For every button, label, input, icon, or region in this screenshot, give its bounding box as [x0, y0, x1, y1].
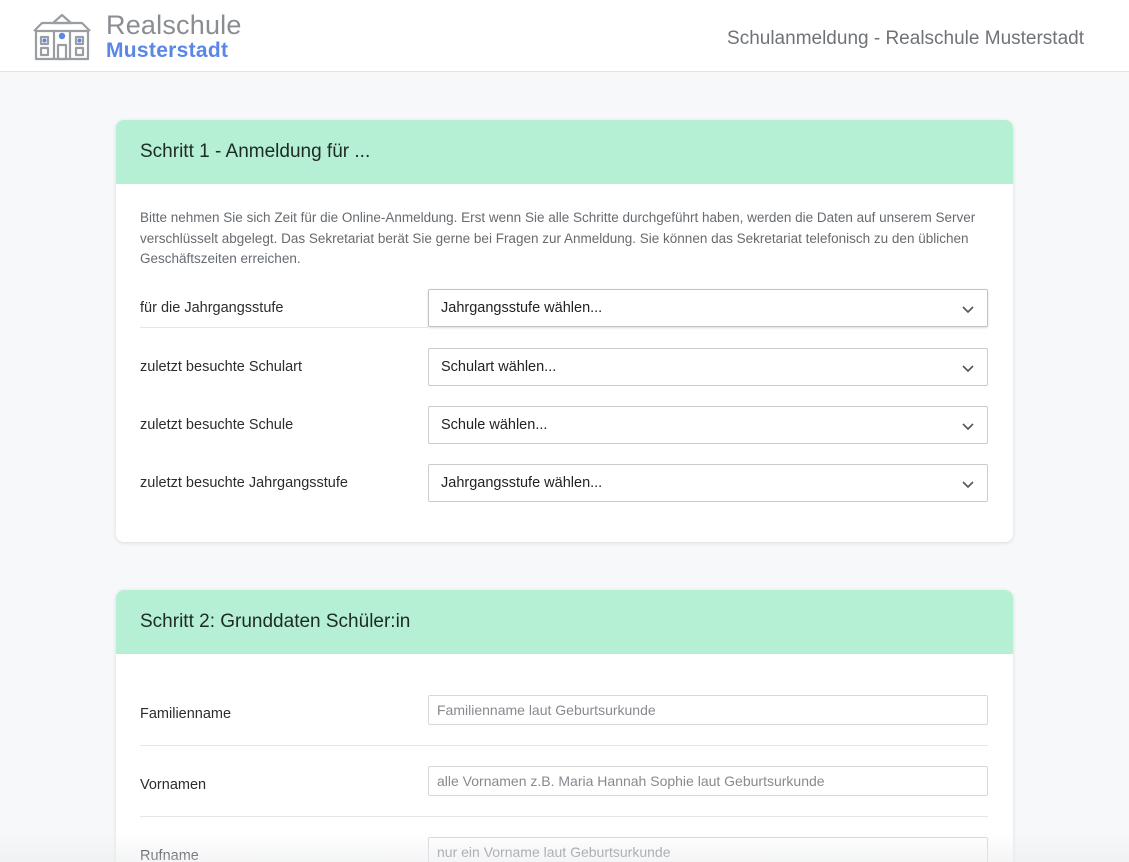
- select-value: Schule wählen...: [441, 417, 548, 433]
- label-schulart: zuletzt besuchte Schulart: [140, 359, 303, 375]
- row-divider: [140, 327, 428, 328]
- top-bar: Realschule Musterstadt Schulanmeldung - …: [0, 0, 1129, 72]
- row-divider: [140, 816, 988, 817]
- select-jahrgangsstufe[interactable]: Jahrgangsstufe wählen...: [428, 289, 988, 327]
- label-rufname: Rufname: [140, 848, 199, 862]
- label-schule: zuletzt besuchte Schule: [140, 417, 294, 433]
- label-jahrgangsstufe: für die Jahrgangsstufe: [140, 300, 284, 316]
- school-building-icon: [33, 13, 91, 60]
- step2-header: Schritt 2: Grunddaten Schüler:in: [116, 590, 1013, 654]
- logo-text: Realschule Musterstadt: [106, 10, 242, 62]
- chevron-down-icon: [962, 365, 974, 373]
- chevron-down-icon: [962, 481, 974, 489]
- label-letzte-jahrgangsstufe: zuletzt besuchte Jahrgangsstufe: [140, 475, 348, 491]
- select-schulart[interactable]: Schulart wählen...: [428, 348, 988, 386]
- logo-line-musterstadt: Musterstadt: [106, 39, 229, 62]
- step2-card: Schritt 2: Grunddaten Schüler:in Familie…: [116, 590, 1013, 862]
- vornamen-input[interactable]: [428, 766, 988, 796]
- step1-header: Schritt 1 - Anmeldung für ...: [116, 120, 1013, 184]
- familienname-input[interactable]: [428, 695, 988, 725]
- select-value: Jahrgangsstufe wählen...: [441, 300, 603, 316]
- label-vornamen: Vornamen: [140, 777, 207, 793]
- select-letzte-jahrgangsstufe[interactable]: Jahrgangsstufe wählen...: [428, 464, 988, 502]
- chevron-down-icon: [962, 306, 974, 314]
- select-value: Jahrgangsstufe wählen...: [441, 475, 603, 491]
- select-value: Schulart wählen...: [441, 359, 557, 375]
- row-divider: [140, 745, 988, 746]
- school-logo[interactable]: Realschule Musterstadt: [32, 12, 242, 61]
- rufname-input[interactable]: [428, 837, 988, 862]
- chevron-down-icon: [962, 423, 974, 431]
- select-schule[interactable]: Schule wählen...: [428, 406, 988, 444]
- step1-card: Schritt 1 - Anmeldung für ... Bitte nehm…: [116, 120, 1013, 542]
- page-title: Schulanmeldung - Realschule Musterstadt: [727, 28, 1084, 49]
- label-familienname: Familienname: [140, 706, 232, 722]
- step1-intro-text: Bitte nehmen Sie sich Zeit für die Onlin…: [140, 210, 976, 266]
- logo-line-realschule: Realschule: [106, 10, 242, 40]
